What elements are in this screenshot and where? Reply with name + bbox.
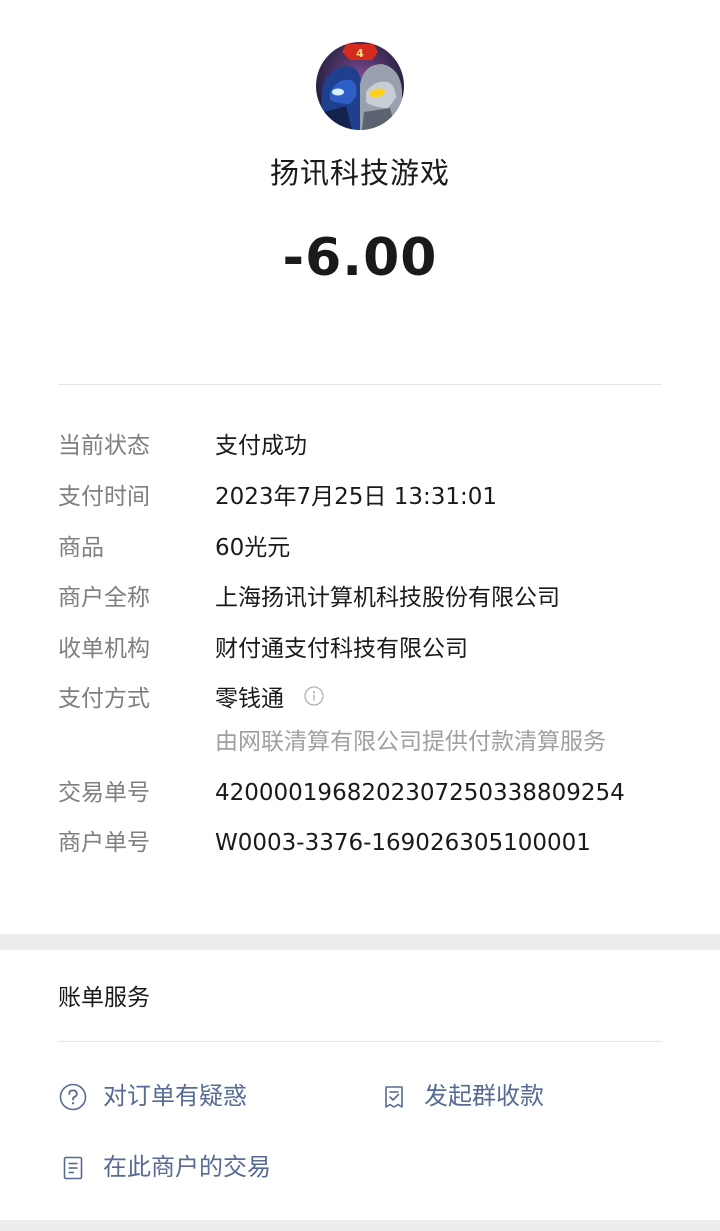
- group-collect-label: 发起群收款: [424, 1082, 544, 1110]
- detail-value: 60光元: [215, 535, 291, 561]
- detail-row-pay-method: 支付方式 零钱通: [58, 681, 698, 717]
- detail-value: 4200001968202307250338809254: [215, 780, 625, 806]
- pay-method-note: 由网联清算有限公司提供付款清算服务: [215, 729, 606, 755]
- order-question-label: 对订单有疑惑: [103, 1082, 247, 1110]
- detail-value: 上海扬讯计算机科技股份有限公司: [215, 585, 560, 611]
- document-list-icon: [63, 1156, 83, 1180]
- merchant-avatar: 4: [316, 42, 404, 130]
- detail-label: 商品: [58, 535, 104, 561]
- detail-value: W0003-3376-169026305100001: [215, 830, 591, 856]
- detail-row-goods: 商品 60光元: [58, 530, 698, 566]
- detail-value: 零钱通: [215, 686, 284, 712]
- divider: [58, 384, 662, 385]
- group-collect-icon: [385, 1086, 403, 1108]
- detail-label: 商户全称: [58, 585, 150, 611]
- merchant-name: 扬讯科技游戏: [269, 156, 450, 190]
- detail-row-merchant-order-id: 商户单号 W0003-3376-169026305100001: [58, 825, 698, 861]
- game-logo-icon: 4: [316, 42, 404, 130]
- question-circle-icon: [59, 1083, 87, 1111]
- svg-text:4: 4: [356, 47, 364, 60]
- detail-value: 2023年7月25日 13:31:01: [215, 484, 498, 510]
- detail-value: 财付通支付科技有限公司: [215, 636, 468, 662]
- divider: [58, 1041, 662, 1042]
- detail-label: 商户单号: [58, 830, 150, 856]
- detail-row-status: 当前状态 支付成功: [58, 428, 698, 464]
- detail-label: 支付时间: [58, 484, 150, 510]
- detail-row-acquirer: 收单机构 财付通支付科技有限公司: [58, 631, 698, 667]
- detail-label: 当前状态: [58, 433, 150, 459]
- detail-label: 支付方式: [58, 686, 150, 712]
- detail-row-transaction-id: 交易单号 4200001968202307250338809254: [58, 775, 698, 811]
- info-icon[interactable]: [304, 686, 324, 706]
- merchant-transactions-label: 在此商户的交易: [103, 1153, 271, 1181]
- payment-detail-card: 4 扬讯科技游戏 -6.00 当前状态 支付成功 支付时间 2023年7月25日…: [0, 0, 720, 934]
- detail-label: 收单机构: [58, 636, 150, 662]
- detail-row-pay-time: 支付时间 2023年7月25日 13:31:01: [58, 479, 698, 515]
- payment-amount: -6.00: [282, 228, 438, 288]
- detail-row-merchant-fullname: 商户全称 上海扬讯计算机科技股份有限公司: [58, 580, 698, 616]
- detail-value: 支付成功: [215, 433, 307, 459]
- detail-label: 交易单号: [58, 780, 150, 806]
- bill-services-title: 账单服务: [58, 985, 150, 1011]
